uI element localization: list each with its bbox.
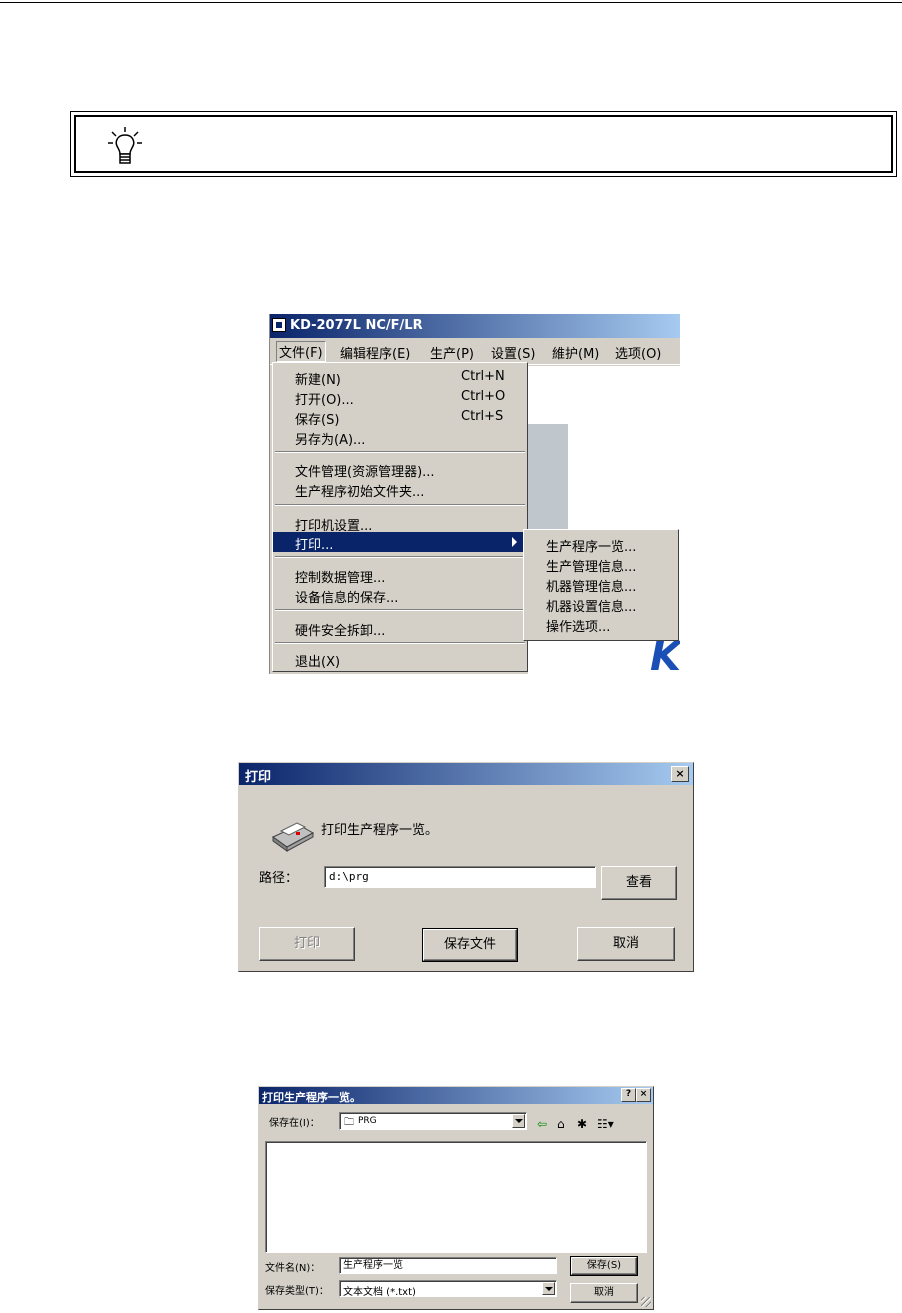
filename-field[interactable]: 生产程序一览 (339, 1257, 557, 1274)
menu-separator (275, 504, 525, 506)
menubar: 文件(F) 编辑程序(E) 生产(P) 设置(S) 維护(M) 选项(O) (270, 338, 680, 365)
print-dialog-titlebar: 打印 × (239, 763, 693, 785)
save-in-value: PRG (358, 1116, 377, 1126)
save-in-label: 保存在(I)： (269, 1118, 320, 1129)
cancel-button[interactable]: 取消 (570, 1283, 638, 1303)
submenu-item-operation-options[interactable]: 操作选项... (546, 616, 610, 635)
view-menu-icon[interactable]: ☷▾ (597, 1117, 614, 1131)
menu-item-safe-remove[interactable]: 硬件安全拆卸... (273, 618, 525, 639)
submenu-item-machine-settings[interactable]: 机器设置信息... (546, 596, 636, 615)
menu-file[interactable]: 文件(F) (276, 341, 326, 362)
submenu-item-program-list[interactable]: 生产程序一览... (546, 536, 636, 555)
filename-label: 文件名(N)： (265, 1263, 321, 1274)
close-icon[interactable]: × (671, 766, 689, 782)
app-icon (272, 318, 286, 332)
close-icon[interactable]: × (636, 1088, 651, 1102)
browse-button[interactable]: 查看 (601, 866, 677, 900)
menu-separator (275, 451, 525, 453)
menu-item-print[interactable]: 打印... (273, 532, 525, 553)
submenu-item-production-info[interactable]: 生产管理信息... (546, 556, 636, 575)
menu-settings[interactable]: 设置(S) (491, 343, 535, 362)
print-dialog-message: 打印生产程序一览。 (321, 823, 439, 838)
folder-icon: 🗀 (344, 1117, 354, 1128)
file-menu-dropdown: 新建(N) Ctrl+N 打开(O)... Ctrl+O 保存(S) Ctrl+… (272, 362, 528, 672)
filetype-combo[interactable]: 文本文档 (*.txt) (339, 1280, 557, 1298)
path-label: 路径： (259, 871, 299, 886)
save-file-button[interactable]: 保存文件 (422, 928, 518, 962)
printer-icon (272, 822, 315, 852)
menu-item-save-as[interactable]: 另存为(A)... (273, 427, 525, 448)
chevron-down-icon[interactable] (542, 1282, 555, 1295)
menu-item-file-manager[interactable]: 文件管理(资源管理器)... (273, 459, 525, 480)
save-in-combo[interactable]: 🗀 PRG (339, 1112, 527, 1130)
machine-image (528, 424, 568, 544)
up-folder-icon[interactable]: ⌂ (557, 1117, 565, 1131)
menu-separator (275, 556, 525, 558)
menu-item-open[interactable]: 打开(O)... Ctrl+O (273, 387, 525, 408)
app-titlebar: KD-2077L NC/F/LR (270, 314, 680, 338)
save-dialog-title: 打印生产程序一览。 (262, 1091, 361, 1104)
menu-item-save[interactable]: 保存(S) Ctrl+S (273, 407, 525, 428)
menu-separator (275, 609, 525, 611)
file-list[interactable] (265, 1141, 647, 1253)
menu-item-save-device-info[interactable]: 设备信息的保存... (273, 585, 525, 606)
submenu-item-machine-management[interactable]: 机器管理信息... (546, 576, 636, 595)
path-field[interactable]: d:\prg (324, 866, 596, 888)
app-window: KD-2077L NC/F/LR 文件(F) 编辑程序(E) 生产(P) 设置(… (269, 314, 680, 674)
print-button[interactable]: 打印 (259, 927, 355, 961)
resize-grip-icon[interactable] (641, 1297, 651, 1307)
save-dialog-titlebar: 打印生产程序一览。 ? × (259, 1087, 653, 1104)
print-submenu: 生产程序一览... 生产管理信息... 机器管理信息... 机器设置信息... … (523, 529, 679, 641)
menu-production[interactable]: 生产(P) (430, 343, 474, 362)
menu-separator (275, 642, 525, 644)
filetype-label: 保存类型(T)： (265, 1286, 329, 1297)
page-top-rule (0, 2, 902, 3)
menu-item-printer-setup[interactable]: 打印机设置... (273, 513, 525, 534)
chevron-down-icon[interactable] (512, 1114, 525, 1128)
menu-item-control-data[interactable]: 控制数据管理... (273, 565, 525, 586)
help-icon[interactable]: ? (621, 1088, 636, 1102)
tip-box-inner (74, 115, 893, 173)
menu-maintenance[interactable]: 維护(M) (552, 343, 599, 362)
menu-item-new[interactable]: 新建(N) Ctrl+N (273, 367, 525, 388)
app-title: KD-2077L NC/F/LR (290, 318, 423, 333)
submenu-arrow-icon (512, 537, 517, 547)
lightbulb-icon (108, 127, 142, 164)
new-folder-icon[interactable]: ✱ (577, 1117, 587, 1131)
menu-item-exit[interactable]: 退出(X) (273, 649, 525, 670)
tip-box (70, 111, 897, 177)
cancel-button[interactable]: 取消 (577, 927, 675, 961)
menu-edit-program[interactable]: 编辑程序(E) (340, 343, 410, 362)
back-icon[interactable]: ⇦ (537, 1117, 547, 1131)
menu-options[interactable]: 选项(O) (615, 343, 661, 362)
filetype-value: 文本文档 (*.txt) (343, 1287, 416, 1298)
save-button[interactable]: 保存(S) (570, 1256, 638, 1276)
save-dialog: 打印生产程序一览。 ? × 保存在(I)： 🗀 PRG ⇦ ⌂ ✱ ☷▾ 文件名… (258, 1086, 654, 1310)
print-dialog: 打印 × 打印生产程序一览。 路径： d:\prg 查看 打印 保存文件 取消 (238, 762, 694, 972)
print-dialog-title: 打印 (245, 770, 272, 785)
menu-item-program-folder[interactable]: 生产程序初始文件夹... (273, 479, 525, 500)
